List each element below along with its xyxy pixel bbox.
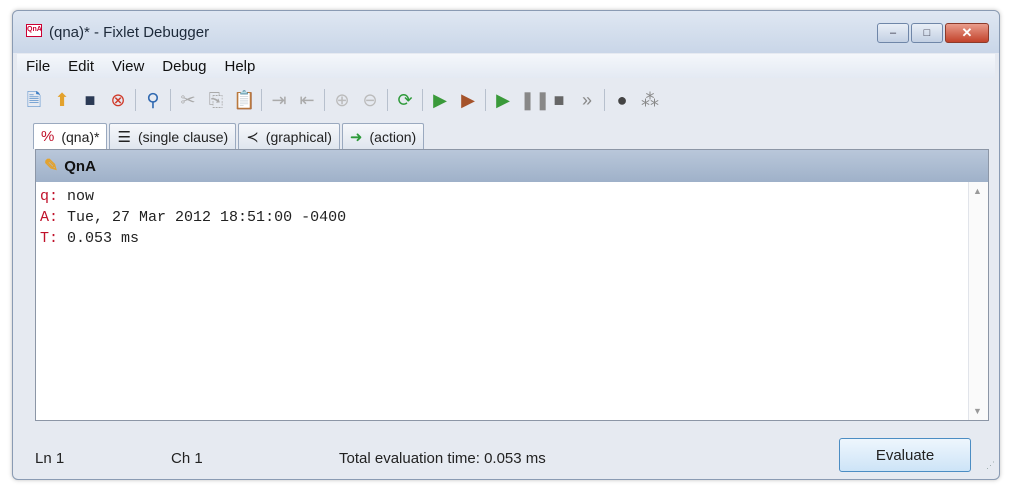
tab-label: (qna)* <box>61 128 100 145</box>
tab-label: (action) <box>369 128 417 145</box>
panel-header: ✎ QnA <box>36 150 988 182</box>
toolbar-separator <box>485 89 486 111</box>
outdent-icon[interactable]: ⇤ <box>296 89 318 111</box>
tab-single-clause[interactable]: ☰ (single clause) <box>109 123 237 149</box>
evaluate-button[interactable]: Evaluate <box>839 438 971 472</box>
toolbar-separator <box>387 89 388 111</box>
toolbar-separator <box>135 89 136 111</box>
toolbar-separator <box>170 89 171 111</box>
open-file-icon[interactable]: ⬆ <box>51 89 73 111</box>
paste-icon[interactable]: 📋 <box>233 89 255 111</box>
qna-icon: % <box>41 128 55 145</box>
tab-graphical[interactable]: ≺ (graphical) <box>238 123 340 149</box>
cut-icon[interactable]: ✂ <box>177 89 199 111</box>
maximize-button[interactable]: □ <box>911 23 943 43</box>
answer-line: A: Tue, 27 Mar 2012 18:51:00 -0400 <box>40 207 968 228</box>
breakpoint-icon[interactable]: ● <box>611 89 633 111</box>
play-alt-icon[interactable]: ▶ <box>457 89 479 111</box>
zoom-out-icon[interactable]: ⊖ <box>359 89 381 111</box>
step-play-icon[interactable]: ▶ <box>492 89 514 111</box>
line-value: now <box>67 188 95 205</box>
menu-view[interactable]: View <box>103 58 153 75</box>
qna-app-icon: QnA <box>26 24 42 37</box>
clear-breakpoints-icon[interactable]: ⁂ <box>639 89 661 111</box>
toolbar-separator <box>422 89 423 111</box>
qna-panel: ✎ QnA q: now A: Tue, 27 Mar 2012 18:51:0… <box>35 149 989 421</box>
toolbar-separator <box>604 89 605 111</box>
time-line: T: 0.053 ms <box>40 228 968 249</box>
scroll-down-icon[interactable]: ▼ <box>973 406 982 416</box>
query-line: q: now <box>40 186 968 207</box>
app-window: QnA (qna)* - Fixlet Debugger – □ ✕ File … <box>12 10 1000 480</box>
save-icon[interactable]: ■ <box>79 89 101 111</box>
scroll-up-icon[interactable]: ▲ <box>973 186 982 196</box>
status-bar: Ln 1 Ch 1 Total evaluation time: 0.053 m… <box>13 431 999 475</box>
indent-icon[interactable]: ⇥ <box>268 89 290 111</box>
action-icon: ➜ <box>349 128 363 146</box>
tab-label: (single clause) <box>137 128 229 145</box>
window-title: (qna)* - Fixlet Debugger <box>49 24 210 41</box>
tab-label: (graphical) <box>265 128 332 145</box>
vertical-scrollbar[interactable]: ▲ ▼ <box>968 182 988 420</box>
menu-edit[interactable]: Edit <box>59 58 103 75</box>
menu-help[interactable]: Help <box>215 58 264 75</box>
find-icon[interactable]: ⚲ <box>142 89 164 111</box>
toolbar: 🗎 ⬆ ■ ⊗ ⚲ ✂ ⎘ 📋 ⇥ ⇤ ⊕ ⊖ ⟳ ▶ ▶ ▶ ❚❚ ■ » ●… <box>17 81 995 119</box>
copy-icon[interactable]: ⎘ <box>205 89 227 111</box>
graphical-icon: ≺ <box>246 128 259 146</box>
line-number: Ln 1 <box>35 450 65 467</box>
qna-editor[interactable]: q: now A: Tue, 27 Mar 2012 18:51:00 -040… <box>36 182 968 420</box>
window-controls: – □ ✕ <box>875 23 989 43</box>
single-clause-icon: ☰ <box>117 128 131 146</box>
tab-action[interactable]: ➜ (action) <box>341 123 425 149</box>
new-file-icon[interactable]: 🗎 <box>23 89 45 111</box>
pencil-icon: ✎ <box>44 156 59 175</box>
title-bar: QnA (qna)* - Fixlet Debugger – □ ✕ <box>13 11 999 53</box>
menu-bar: File Edit View Debug Help <box>17 54 995 78</box>
toolbar-separator <box>261 89 262 111</box>
panel-title: QnA <box>64 157 96 175</box>
line-value: Tue, 27 Mar 2012 18:51:00 -0400 <box>67 209 347 226</box>
tab-qna[interactable]: % (qna)* <box>33 123 108 149</box>
total-evaluation-time: Total evaluation time: 0.053 ms <box>339 450 546 467</box>
refresh-icon[interactable]: ⟳ <box>394 89 416 111</box>
resize-grip-icon[interactable]: ⋰ <box>986 460 995 471</box>
menu-file[interactable]: File <box>17 58 59 75</box>
line-key: T: <box>40 230 59 247</box>
stop-icon[interactable]: ⊗ <box>107 89 129 111</box>
column-number: Ch 1 <box>171 450 203 467</box>
close-button[interactable]: ✕ <box>945 23 989 43</box>
line-key: q: <box>40 188 59 205</box>
stop-square-icon[interactable]: ■ <box>548 89 570 111</box>
tab-strip: % (qna)* ☰ (single clause) ≺ (graphical)… <box>33 123 426 149</box>
zoom-in-icon[interactable]: ⊕ <box>331 89 353 111</box>
minimize-button[interactable]: – <box>877 23 909 43</box>
menu-debug[interactable]: Debug <box>153 58 215 75</box>
line-value: 0.053 ms <box>67 230 140 247</box>
play-icon[interactable]: ▶ <box>429 89 451 111</box>
fast-forward-icon[interactable]: » <box>576 89 598 111</box>
line-key: A: <box>40 209 59 226</box>
toolbar-separator <box>324 89 325 111</box>
pause-icon[interactable]: ❚❚ <box>520 89 550 111</box>
